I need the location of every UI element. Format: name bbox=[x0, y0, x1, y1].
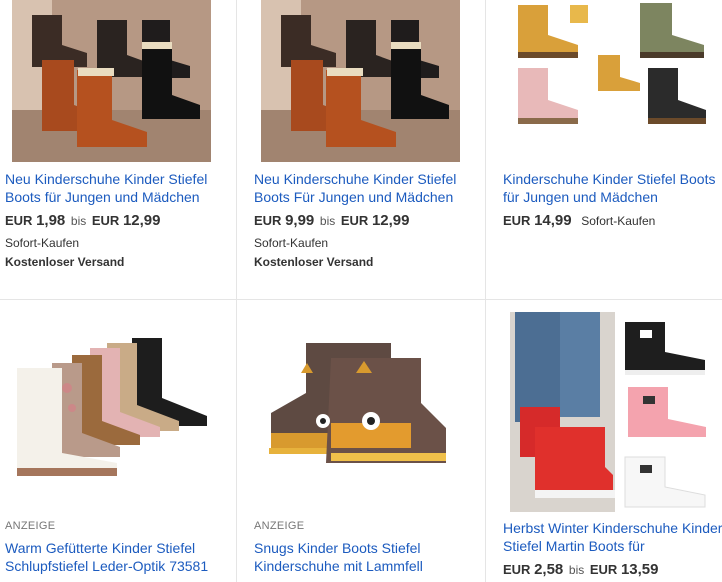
ad-label: ANZEIGE bbox=[254, 520, 305, 532]
price-currency: EUR bbox=[91, 213, 120, 228]
column-divider bbox=[485, 0, 486, 582]
animal-boots-icon bbox=[261, 333, 460, 481]
listing-price: EUR 9,99 bis EUR 12,99 bbox=[254, 212, 410, 229]
price-value: 14,99 bbox=[534, 212, 572, 229]
price-currency: EUR bbox=[340, 213, 369, 228]
shipping-info: Kostenloser Versand bbox=[5, 255, 125, 269]
listing-title[interactable]: Neu Kinderschuhe Kinder Stiefel Boots fü… bbox=[5, 170, 231, 206]
listing-grid: Neu Kinderschuhe Kinder Stiefel Boots fü… bbox=[0, 0, 722, 582]
price-high: 13,59 bbox=[620, 561, 659, 578]
work-boots-icon bbox=[510, 0, 709, 130]
product-image[interactable] bbox=[12, 333, 211, 481]
price-currency: EUR bbox=[503, 562, 531, 577]
shipping-info: Kostenloser Versand bbox=[254, 255, 374, 269]
buy-format: Sofort-Kaufen bbox=[581, 214, 656, 228]
listing-title[interactable]: Kinderschuhe Kinder Stiefel Boots für Ju… bbox=[503, 170, 722, 206]
product-image[interactable] bbox=[510, 0, 709, 130]
price-low: 2,58 bbox=[534, 561, 564, 578]
listing-title[interactable]: Herbst Winter Kinderschuhe Kinder Stiefe… bbox=[503, 519, 722, 555]
listing-title[interactable]: Warm Gefütterte Kinder Stiefel Schlupfst… bbox=[5, 539, 231, 575]
product-image[interactable] bbox=[261, 333, 460, 481]
listing-card[interactable]: ANZEIGE Warm Gefütterte Kinder Stiefel S… bbox=[0, 300, 236, 582]
product-image[interactable] bbox=[261, 0, 460, 162]
price-currency: EUR bbox=[254, 213, 282, 228]
buy-format: Sofort-Kaufen bbox=[254, 236, 329, 250]
price-currency: EUR bbox=[5, 213, 33, 228]
price-separator: bis bbox=[568, 563, 585, 577]
product-image[interactable] bbox=[12, 0, 211, 162]
listing-card[interactable]: Herbst Winter Kinderschuhe Kinder Stiefe… bbox=[498, 300, 722, 582]
sneaker-boots-icon bbox=[510, 312, 709, 512]
listing-title[interactable]: Snugs Kinder Boots Stiefel Kinderschuhe … bbox=[254, 539, 480, 575]
buy-format: Sofort-Kaufen bbox=[5, 236, 80, 250]
price-separator: bis bbox=[70, 214, 87, 228]
listing-price: EUR 2,58 bis EUR 13,59 bbox=[503, 561, 659, 578]
price-separator: bis bbox=[319, 214, 336, 228]
price-high: 12,99 bbox=[122, 212, 161, 229]
boots-photo-icon bbox=[12, 0, 211, 162]
price-high: 12,99 bbox=[371, 212, 410, 229]
column-divider bbox=[236, 0, 237, 582]
listing-card[interactable]: Neu Kinderschuhe Kinder Stiefel Boots fü… bbox=[0, 0, 236, 299]
listing-price: EUR 1,98 bis EUR 12,99 bbox=[5, 212, 161, 229]
snow-boots-icon bbox=[12, 333, 211, 481]
listing-card[interactable]: Kinderschuhe Kinder Stiefel Boots für Ju… bbox=[498, 0, 722, 299]
price-currency: EUR bbox=[503, 213, 531, 228]
price-low: 9,99 bbox=[285, 212, 315, 229]
product-image[interactable] bbox=[510, 312, 709, 512]
price-low: 1,98 bbox=[36, 212, 66, 229]
boots-photo-icon bbox=[261, 0, 460, 162]
price-currency: EUR bbox=[589, 562, 618, 577]
listing-price: EUR 14,99 Sofort-Kaufen bbox=[503, 212, 655, 229]
listing-title[interactable]: Neu Kinderschuhe Kinder Stiefel Boots Fü… bbox=[254, 170, 480, 206]
ad-label: ANZEIGE bbox=[5, 520, 56, 532]
listing-card[interactable]: Neu Kinderschuhe Kinder Stiefel Boots Fü… bbox=[249, 0, 485, 299]
listing-card[interactable]: ANZEIGE Snugs Kinder Boots Stiefel Kinde… bbox=[249, 300, 485, 582]
